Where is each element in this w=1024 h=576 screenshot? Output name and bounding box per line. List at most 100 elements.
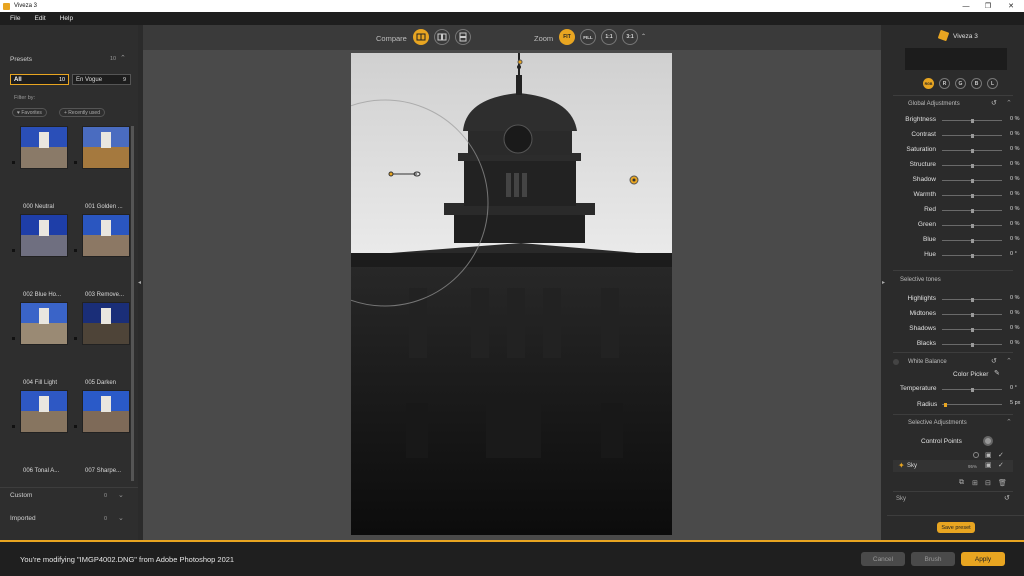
global-adjustment-slider[interactable]: [942, 148, 1002, 153]
favorite-marker[interactable]: [12, 161, 15, 164]
zoom-fit-button[interactable]: FIT: [559, 29, 575, 45]
photo-preview[interactable]: [351, 53, 672, 535]
group-points-icon[interactable]: ⊞: [972, 479, 978, 487]
tab-all[interactable]: All 10: [10, 74, 69, 85]
global-adjustment-slider[interactable]: [942, 133, 1002, 138]
global-adjustment-slider[interactable]: [942, 223, 1002, 228]
menu-file[interactable]: File: [10, 15, 20, 22]
global-adjustment-slider[interactable]: [942, 118, 1002, 123]
brush-button[interactable]: Brush: [911, 552, 955, 566]
preset-thumbnail[interactable]: [20, 390, 68, 433]
global-adjustment-slider-knob[interactable]: [971, 208, 974, 213]
expand-imported-icon[interactable]: ⌄: [118, 514, 124, 522]
preset-thumbnail[interactable]: [20, 214, 68, 257]
duplicate-point-icon[interactable]: ⧉: [959, 479, 964, 487]
temperature-slider[interactable]: [942, 387, 1002, 392]
favorite-marker[interactable]: [74, 161, 77, 164]
collapse-right-icon[interactable]: ▸: [882, 279, 885, 286]
preset-thumbnail[interactable]: [82, 302, 130, 345]
zoom-1-button[interactable]: 1:1: [601, 29, 617, 45]
selective-tone-slider-knob[interactable]: [971, 297, 974, 302]
selective-tone-slider[interactable]: [942, 342, 1002, 347]
check-all-icon[interactable]: ✓: [998, 451, 1004, 459]
global-adjustment-slider-knob[interactable]: [971, 118, 974, 123]
favorite-marker[interactable]: [12, 425, 15, 428]
channel-rgb-button[interactable]: RGB: [923, 78, 934, 89]
favorite-marker[interactable]: [12, 337, 15, 340]
reset-sky-icon[interactable]: ↺: [1004, 494, 1010, 502]
channel-g-button[interactable]: G: [955, 78, 966, 89]
ungroup-points-icon[interactable]: ⊟: [985, 479, 991, 487]
selective-tone-slider[interactable]: [942, 327, 1002, 332]
save-preset-button[interactable]: Save preset: [937, 522, 975, 533]
expand-custom-icon[interactable]: ⌄: [118, 491, 124, 499]
global-adjustment-slider[interactable]: [942, 163, 1002, 168]
collapse-selective-icon[interactable]: ⌃: [1006, 418, 1012, 426]
favorite-marker[interactable]: [74, 337, 77, 340]
global-adjustment-slider-knob[interactable]: [971, 253, 974, 258]
compare-stack-button[interactable]: [455, 29, 471, 45]
temperature-knob[interactable]: [971, 387, 974, 392]
mask-icon[interactable]: ▣: [985, 461, 992, 469]
selective-tone-slider-knob[interactable]: [971, 327, 974, 332]
eyedropper-icon[interactable]: ✎: [994, 369, 1000, 377]
favorites-chip[interactable]: ♥ Favorites: [12, 108, 47, 117]
collapse-presets-icon[interactable]: ⌃: [120, 54, 126, 62]
selective-tone-slider-knob[interactable]: [971, 342, 974, 347]
global-adjustment-slider[interactable]: [942, 238, 1002, 243]
preset-thumbnail[interactable]: [82, 214, 130, 257]
radius-knob[interactable]: [944, 402, 947, 407]
zoom-fill-button[interactable]: FILL: [580, 29, 596, 45]
global-adjustment-slider-knob[interactable]: [971, 148, 974, 153]
collapse-global-icon[interactable]: ⌃: [1006, 99, 1012, 107]
zoom-3-button[interactable]: 3:1: [622, 29, 638, 45]
compare-side-button[interactable]: [434, 29, 450, 45]
apply-button[interactable]: Apply: [961, 552, 1005, 566]
preset-thumbnail[interactable]: [82, 126, 130, 169]
delete-point-icon[interactable]: 🗑: [998, 479, 1007, 487]
minimize-button[interactable]: —: [955, 0, 977, 12]
favorite-marker[interactable]: [12, 249, 15, 252]
mask-all-icon[interactable]: ▣: [985, 451, 992, 459]
visibility-all-toggle[interactable]: [973, 452, 979, 458]
channel-b-button[interactable]: B: [971, 78, 982, 89]
global-adjustment-slider[interactable]: [942, 253, 1002, 258]
radius-slider[interactable]: [942, 402, 1002, 407]
selective-tone-slider-knob[interactable]: [971, 312, 974, 317]
preset-thumbnail[interactable]: [82, 390, 130, 433]
favorite-marker[interactable]: [74, 249, 77, 252]
global-adjustment-slider-knob[interactable]: [971, 193, 974, 198]
preset-thumbnail[interactable]: [20, 302, 68, 345]
reset-wb-icon[interactable]: ↺: [991, 357, 997, 365]
global-adjustment-slider-knob[interactable]: [971, 178, 974, 183]
global-adjustment-slider[interactable]: [942, 193, 1002, 198]
zoom-dropdown-icon[interactable]: ⌃: [641, 33, 646, 40]
channel-l-button[interactable]: L: [987, 78, 998, 89]
tab-en-vogue[interactable]: En Vogue 9: [72, 74, 131, 85]
reset-global-icon[interactable]: ↺: [991, 99, 997, 107]
recently-used-chip[interactable]: + Recently used: [59, 108, 105, 117]
global-adjustment-slider[interactable]: [942, 178, 1002, 183]
collapse-left-icon[interactable]: ◂: [138, 279, 141, 286]
selective-tone-slider[interactable]: [942, 312, 1002, 317]
menu-edit[interactable]: Edit: [34, 15, 45, 22]
global-adjustment-slider[interactable]: [942, 208, 1002, 213]
control-point-row[interactable]: ✦ Sky 95% ▣ ✓: [893, 460, 1013, 472]
favorite-marker[interactable]: [74, 425, 77, 428]
global-adjustment-slider-knob[interactable]: [971, 223, 974, 228]
selective-tone-slider[interactable]: [942, 297, 1002, 302]
global-adjustment-slider-knob[interactable]: [971, 238, 974, 243]
collapse-wb-icon[interactable]: ⌃: [1006, 357, 1012, 365]
preset-thumbnail[interactable]: [20, 126, 68, 169]
global-adjustment-slider-knob[interactable]: [971, 133, 974, 138]
close-button[interactable]: ✕: [1000, 0, 1022, 12]
menu-help[interactable]: Help: [60, 15, 73, 22]
channel-r-button[interactable]: R: [939, 78, 950, 89]
compare-split-button[interactable]: [413, 29, 429, 45]
global-adjustment-slider-knob[interactable]: [971, 163, 974, 168]
maximize-button[interactable]: ❐: [977, 0, 999, 12]
white-balance-toggle[interactable]: [893, 359, 899, 365]
enabled-check-icon[interactable]: ✓: [998, 461, 1004, 469]
cancel-button[interactable]: Cancel: [861, 552, 905, 566]
presets-scrollbar[interactable]: [131, 126, 134, 481]
